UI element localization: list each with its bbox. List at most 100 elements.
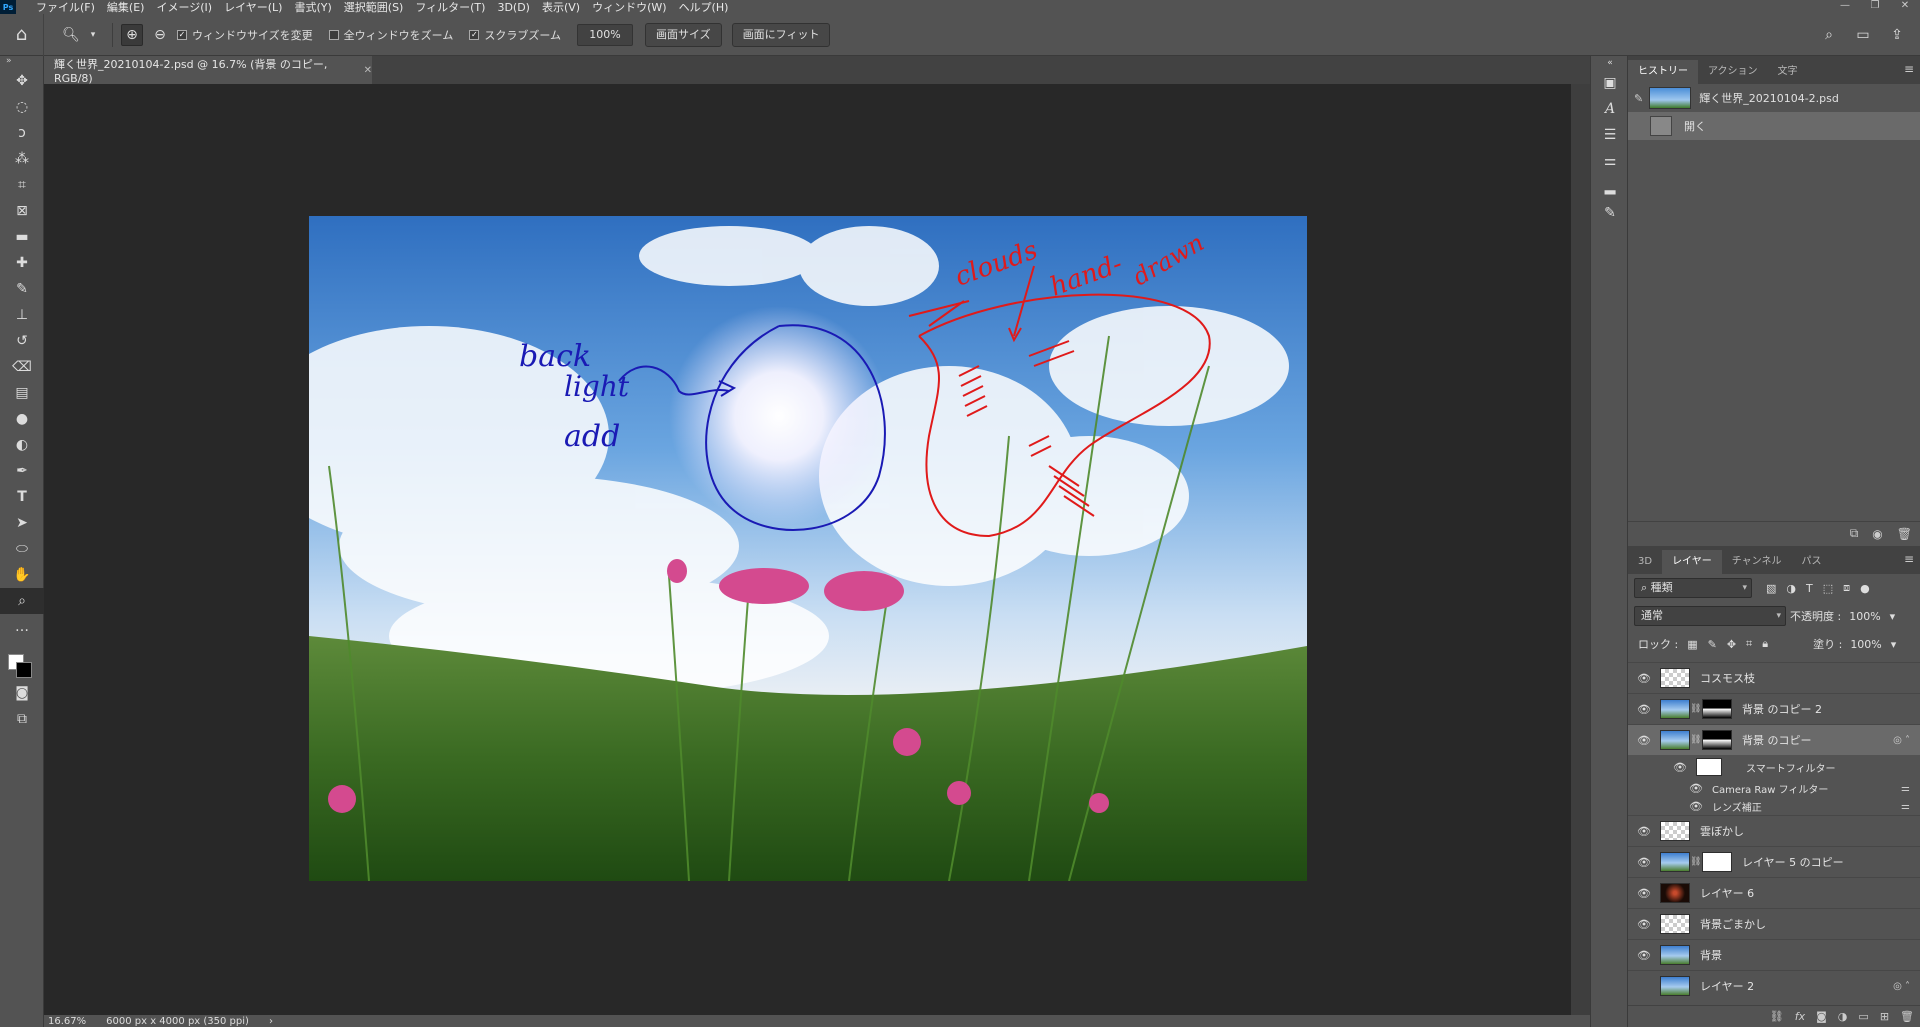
properties-panel-icon[interactable]: ☰	[1591, 122, 1629, 148]
layer-row[interactable]: 👁︎ ⛓︎ レイヤー 5 のコピー	[1628, 846, 1920, 877]
lock-image-icon[interactable]: ✎	[1708, 638, 1717, 651]
workspace-icon[interactable]: ▭	[1852, 24, 1874, 46]
path-selection-tool-icon[interactable]: ➤	[0, 510, 44, 536]
layer-row-selected[interactable]: 👁︎ ⛓︎ 背景 のコピー ◎ ˄	[1628, 724, 1920, 755]
menu-edit[interactable]: 編集(E)	[107, 0, 145, 15]
ruler-tool-icon[interactable]: ▬	[0, 224, 44, 250]
smart-filter-item[interactable]: 👁︎ Camera Raw フィルター ⚌	[1628, 779, 1920, 797]
brush-tool-icon[interactable]: ✎	[0, 276, 44, 302]
history-panel-icon[interactable]: ▣	[1591, 70, 1629, 96]
lock-position-icon[interactable]: ✥	[1727, 638, 1736, 651]
background-color-swatch[interactable]	[16, 662, 32, 678]
histogram-panel-icon[interactable]: ▂	[1591, 174, 1629, 200]
adjustments-panel-icon[interactable]: ⚌	[1591, 148, 1629, 174]
filter-shape-icon[interactable]: ⬚	[1823, 582, 1833, 595]
fx-icon[interactable]: fx	[1795, 1010, 1805, 1023]
layer-mask-thumbnail[interactable]	[1702, 852, 1732, 872]
eye-icon[interactable]: 👁︎	[1632, 734, 1656, 747]
magic-wand-tool-icon[interactable]: ⁂	[0, 146, 44, 172]
pen-tool-icon[interactable]: ✒	[0, 458, 44, 484]
panel-menu-icon[interactable]: ≡	[1904, 62, 1914, 76]
clone-stamp-tool-icon[interactable]: ⊥	[0, 302, 44, 328]
smart-filter-mask-thumbnail[interactable]	[1696, 758, 1722, 776]
home-icon[interactable]: ⌂	[0, 13, 44, 56]
fit-screen-button[interactable]: 画面サイズ	[645, 22, 722, 47]
scrubby-zoom-checkbox[interactable]: ✓ スクラブズーム	[469, 27, 561, 43]
menu-help[interactable]: ヘルプ(H)	[679, 0, 729, 15]
new-layer-icon[interactable]: ⊞	[1880, 1010, 1889, 1023]
zoom-percent-field[interactable]: 100%	[577, 23, 634, 46]
new-group-icon[interactable]: ▭	[1858, 1010, 1868, 1023]
history-state[interactable]: 開く	[1628, 112, 1920, 140]
tab-paths[interactable]: パス	[1791, 550, 1831, 574]
layer-row[interactable]: 👁︎ 背景ごまかし	[1628, 908, 1920, 939]
tab-layers[interactable]: レイヤー	[1662, 550, 1722, 574]
zoom-all-checkbox[interactable]: 全ウィンドウをズーム	[328, 27, 453, 43]
blend-mode-select[interactable]: 通常 ▾	[1634, 606, 1786, 626]
character-panel-icon[interactable]: A	[1591, 96, 1629, 122]
eye-icon[interactable]: 👁︎	[1632, 918, 1656, 931]
marquee-tool-icon[interactable]: ◌	[0, 94, 44, 120]
share-icon[interactable]: ⇪	[1886, 24, 1908, 46]
eraser-tool-icon[interactable]: ⌫	[0, 354, 44, 380]
document-image[interactable]: back light add clouds hand- drawn	[309, 216, 1307, 881]
trash-icon[interactable]: 🗑︎	[1897, 527, 1912, 541]
eye-icon[interactable]: 👁︎	[1668, 761, 1692, 774]
close-button[interactable]: ✕	[1890, 0, 1920, 14]
close-icon[interactable]: ✕	[364, 65, 372, 76]
eye-hidden-icon[interactable]: 👁︎	[1632, 980, 1656, 993]
minimize-button[interactable]: —	[1830, 0, 1860, 14]
layer-row[interactable]: 👁︎ レイヤー 6	[1628, 877, 1920, 908]
eye-icon[interactable]: 👁︎	[1632, 856, 1656, 869]
restore-button[interactable]: ❐	[1860, 0, 1890, 14]
healing-brush-tool-icon[interactable]: ✚	[0, 250, 44, 276]
filter-type-icon[interactable]: T	[1806, 582, 1813, 595]
smart-filter-item[interactable]: 👁︎ レンズ補正 ⚌	[1628, 797, 1920, 815]
layer-mask-thumbnail[interactable]	[1702, 699, 1732, 719]
eye-icon[interactable]: 👁︎	[1684, 782, 1708, 795]
tab-actions[interactable]: アクション	[1698, 60, 1768, 84]
filter-pixel-icon[interactable]: ▧	[1766, 582, 1776, 595]
color-swatches[interactable]	[0, 640, 44, 680]
type-tool-icon[interactable]: T	[0, 484, 44, 510]
move-tool-icon[interactable]: ✥	[0, 68, 44, 94]
lasso-tool-icon[interactable]: ↄ	[0, 120, 44, 146]
eye-icon[interactable]: 👁︎	[1632, 672, 1656, 685]
filter-toggle-icon[interactable]: ●	[1860, 582, 1870, 595]
menu-image[interactable]: イメージ(I)	[156, 0, 212, 15]
quick-mask-icon[interactable]: ◙	[0, 680, 44, 706]
menu-layer[interactable]: レイヤー(L)	[224, 0, 282, 15]
filter-smart-object-icon[interactable]: ⧈	[1843, 581, 1850, 595]
tab-character[interactable]: 文字	[1768, 60, 1808, 84]
menu-select[interactable]: 選択範囲(S)	[344, 0, 404, 15]
collapse-icon[interactable]: «	[1591, 56, 1629, 70]
panel-menu-icon[interactable]: ≡	[1904, 552, 1914, 566]
smart-object-icon[interactable]: ◎ ˄	[1893, 981, 1910, 992]
link-icon[interactable]: ⛓︎	[1690, 704, 1701, 714]
tab-3d[interactable]: 3D	[1628, 550, 1662, 574]
smart-filter-toggle-icon[interactable]: ◎ ˄	[1893, 735, 1910, 746]
filter-adjustment-icon[interactable]: ◑	[1786, 582, 1796, 595]
chevron-down-icon[interactable]: ▾	[88, 24, 98, 46]
document-tab[interactable]: 輝く世界_20210104-2.psd @ 16.7% (背景 のコピー, RG…	[44, 56, 372, 85]
eye-icon[interactable]: 👁︎	[1632, 703, 1656, 716]
more-tools-icon[interactable]: …	[0, 614, 44, 640]
layer-kind-filter[interactable]: ⌕ 種類 ▾	[1634, 578, 1752, 598]
tab-channels[interactable]: チャンネル	[1722, 550, 1792, 574]
crop-tool-icon[interactable]: ⌗	[0, 172, 44, 198]
status-zoom[interactable]: 16.67%	[48, 1016, 86, 1027]
zoom-tool-preset-icon[interactable]: 🔍︎	[60, 24, 82, 46]
filter-options-icon[interactable]: ⚌	[1901, 801, 1910, 812]
opacity-value[interactable]: 100%	[1849, 610, 1880, 623]
camera-icon[interactable]: ◉	[1872, 527, 1882, 541]
fill-screen-button[interactable]: 画面にフィット	[731, 22, 831, 47]
fill-value[interactable]: 100%	[1850, 638, 1881, 651]
adjustment-layer-icon[interactable]: ◑	[1838, 1010, 1848, 1023]
layer-row[interactable]: 👁︎ コスモス枝	[1628, 662, 1920, 693]
dodge-tool-icon[interactable]: ◐	[0, 432, 44, 458]
brush-source-icon[interactable]: ✎	[1634, 92, 1643, 105]
menu-3d[interactable]: 3D(D)	[497, 1, 530, 14]
chevron-down-icon[interactable]: ▾	[1891, 638, 1897, 651]
canvas-area[interactable]: back light add clouds hand- drawn	[44, 84, 1571, 1015]
eye-icon[interactable]: 👁︎	[1684, 800, 1708, 813]
